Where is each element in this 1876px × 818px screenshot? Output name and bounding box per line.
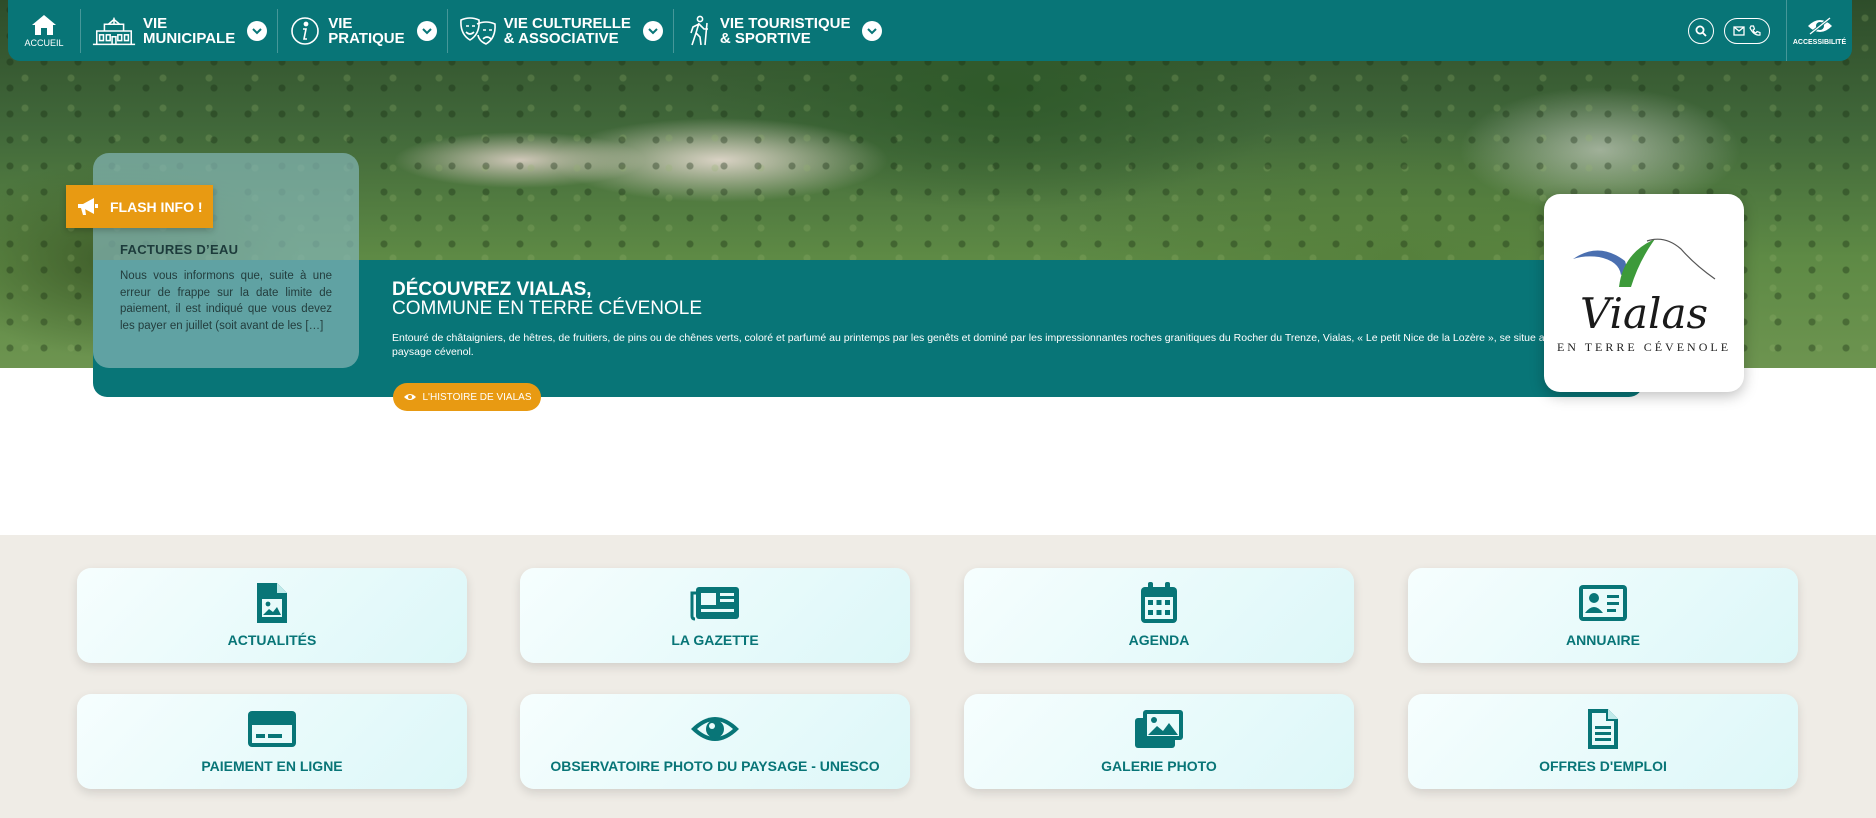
accessibility-eye-icon [1807, 16, 1832, 35]
quick-link-label: GALERIE PHOTO [1101, 758, 1217, 774]
flash-text: Nous vous informons que, suite à une err… [120, 270, 332, 332]
eye-icon [687, 706, 743, 752]
discover-description: Entouré de châtaigniers, de hêtres, de f… [392, 332, 1607, 358]
quick-link-label: LA GAZETTE [671, 632, 759, 648]
quick-links-section: ACTUALITÉS LA GAZETTE AGENDA ANNUAIRE PA… [0, 535, 1876, 818]
chevron-down-icon[interactable] [642, 20, 663, 41]
discover-title-line2: COMMUNE EN TERRE CÉVENOLE [392, 298, 703, 319]
hiker-icon [684, 14, 714, 48]
quick-link-label: ANNUAIRE [1566, 632, 1640, 648]
mail-icon [1733, 25, 1745, 36]
home-icon [32, 14, 56, 35]
contact-card-icon [1575, 580, 1631, 626]
history-button[interactable]: L'HISTOIRE DE VIALAS [393, 383, 541, 411]
quick-link-galerie[interactable]: GALERIE PHOTO [964, 694, 1354, 789]
search-icon [1695, 25, 1707, 37]
nav-home-label: ACCUEIL [24, 37, 64, 48]
nav-tools: ACCESSIBILITÉ [1688, 0, 1852, 61]
nav-item-vie-municipale[interactable]: VIE MUNICIPALE [81, 0, 277, 61]
credit-card-icon [244, 706, 300, 752]
quick-link-label: PAIEMENT EN LIGNE [201, 758, 343, 774]
news-image-icon [244, 580, 300, 626]
logo-word: Vialas [1579, 289, 1709, 338]
history-button-label: L'HISTOIRE DE VIALAS [422, 391, 532, 403]
document-icon [1575, 706, 1631, 752]
flash-tag-label: FLASH INFO ! [110, 198, 203, 215]
quick-link-offres-emploi[interactable]: OFFRES D'EMPLOI [1408, 694, 1798, 789]
chevron-down-icon[interactable] [416, 20, 437, 41]
logo-mark-icon [1573, 238, 1716, 287]
discover-title-line1: DÉCOUVREZ VIALAS, [392, 279, 592, 300]
quick-link-actualites[interactable]: ACTUALITÉS [77, 568, 467, 663]
quick-link-label: ACTUALITÉS [227, 632, 317, 648]
main-navigation: ACCUEIL VIE MUNICIPALE VIE PRATIQUE VIE … [8, 0, 1852, 61]
nav-item-vie-touristique[interactable]: VIE TOURISTIQUE & SPORTIVE [674, 0, 893, 61]
quick-link-label: AGENDA [1128, 632, 1190, 648]
quick-link-observatoire[interactable]: OBSERVATOIRE PHOTO DU PAYSAGE - UNESCO [520, 694, 910, 789]
megaphone-icon [78, 197, 98, 215]
nav-item-vie-pratique[interactable]: VIE PRATIQUE [278, 0, 446, 61]
photo-gallery-icon [1131, 706, 1187, 752]
info-icon [288, 14, 322, 48]
accessibility-label: ACCESSIBILITÉ [1792, 38, 1847, 46]
chevron-down-icon[interactable] [862, 20, 883, 41]
town-hall-icon [91, 14, 137, 48]
flash-title: FACTURES D’EAU [120, 242, 239, 257]
calendar-icon [1131, 580, 1187, 626]
contact-button[interactable] [1724, 17, 1770, 44]
logo-subtitle: EN TERRE CÉVENOLE [1556, 340, 1732, 354]
search-button[interactable] [1688, 17, 1714, 44]
nav-label: VIE TOURISTIQUE & SPORTIVE [719, 14, 851, 47]
newspaper-icon [687, 580, 743, 626]
accessibility-button[interactable]: ACCESSIBILITÉ [1786, 0, 1852, 61]
nav-label: VIE PRATIQUE [328, 14, 405, 47]
quick-link-label: OFFRES D'EMPLOI [1539, 758, 1667, 774]
nav-home-link[interactable]: ACCUEIL [8, 0, 80, 61]
nav-label: VIE CULTURELLE & ASSOCIATIVE [503, 14, 631, 47]
vialas-logo[interactable]: Vialas EN TERRE CÉVENOLE [1544, 194, 1744, 392]
nav-item-vie-culturelle[interactable]: VIE CULTURELLE & ASSOCIATIVE [448, 0, 673, 61]
quick-link-paiement[interactable]: PAIEMENT EN LIGNE [77, 694, 467, 789]
quick-link-annuaire[interactable]: ANNUAIRE [1408, 568, 1798, 663]
quick-link-la-gazette[interactable]: LA GAZETTE [520, 568, 910, 663]
eye-icon [403, 394, 416, 400]
flash-info-tag: FLASH INFO ! [66, 185, 213, 228]
phone-icon [1749, 24, 1761, 36]
chevron-down-icon[interactable] [247, 20, 268, 41]
nav-label: VIE MUNICIPALE [143, 14, 236, 47]
quick-link-label: OBSERVATOIRE PHOTO DU PAYSAGE - UNESCO [550, 758, 880, 774]
discover-heading: DÉCOUVREZ VIALAS, COMMUNE EN TERRE CÉVEN… [392, 280, 702, 318]
quick-link-agenda[interactable]: AGENDA [964, 568, 1354, 663]
theater-masks-icon [458, 14, 498, 48]
